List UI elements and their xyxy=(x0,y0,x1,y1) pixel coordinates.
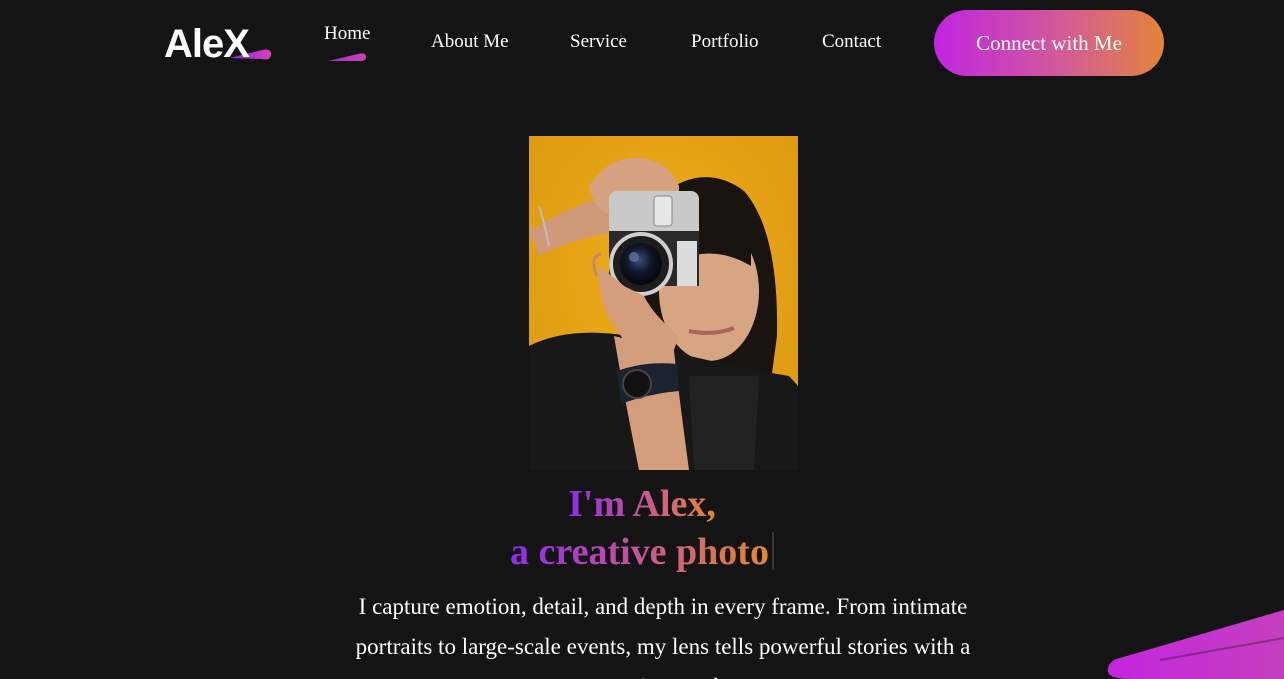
headline-line-2: a creative photo xyxy=(0,529,1284,575)
headline-greeting: I'm Alex, xyxy=(568,483,716,525)
headline-role: a creative photo xyxy=(510,531,769,573)
logo-text: AleX xyxy=(164,22,250,66)
active-indicator-icon xyxy=(328,53,366,62)
photographer-image xyxy=(529,136,798,470)
hero-photo xyxy=(529,136,798,470)
connect-with-me-button[interactable]: Connect with Me xyxy=(934,10,1164,76)
page: AleX Home About Me Service Portfolio Con… xyxy=(0,0,1284,679)
decorative-corner-shape xyxy=(1107,610,1284,679)
nav-item-portfolio[interactable]: Portfolio xyxy=(691,31,759,53)
hero-description: I capture emotion, detail, and depth in … xyxy=(355,594,971,679)
logo[interactable]: AleX xyxy=(164,22,272,66)
typing-caret xyxy=(771,532,774,570)
nav-item-home[interactable]: Home xyxy=(324,23,370,45)
nav-item-service[interactable]: Service xyxy=(570,31,627,53)
headline-line-1: I'm Alex, xyxy=(0,481,1284,527)
nav-item-about-me[interactable]: About Me xyxy=(431,31,509,53)
nav-item-contact[interactable]: Contact xyxy=(822,31,881,53)
